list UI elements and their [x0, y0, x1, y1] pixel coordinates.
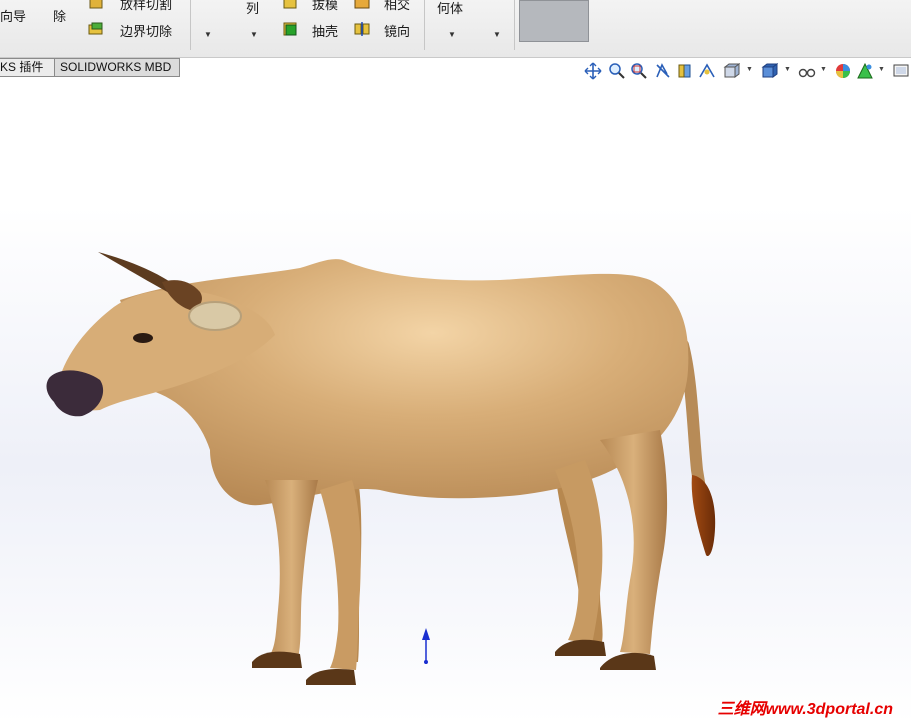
ribbon-separator — [190, 0, 191, 50]
boundary-cut-icon[interactable] — [88, 21, 104, 37]
chevron-down-icon[interactable]: ▼ — [448, 30, 456, 39]
front-left-leg-front — [320, 480, 361, 670]
tab-addins[interactable]: KS 插件 — [0, 58, 55, 77]
horn — [98, 252, 178, 298]
pattern-button[interactable]: 列 — [246, 0, 259, 17]
remove-button[interactable]: 除 — [53, 6, 66, 25]
zoom-area-icon[interactable] — [630, 62, 648, 80]
chevron-down-icon[interactable]: ▼ — [746, 66, 753, 73]
watermark: 三维网www.3dportal.cn — [717, 701, 893, 718]
dynamic-annotation-icon[interactable] — [698, 62, 716, 80]
loft-cut-icon[interactable] — [88, 0, 104, 10]
hoof — [306, 669, 356, 685]
hoof — [555, 639, 606, 656]
chevron-down-icon[interactable]: ▼ — [820, 66, 827, 73]
hoof — [600, 652, 656, 670]
intersect-button[interactable]: 相交 — [384, 0, 410, 13]
section-view-icon[interactable] — [676, 62, 694, 80]
triad-arrow-icon — [422, 628, 430, 640]
boundary-cut-button[interactable]: 边界切除 — [120, 21, 172, 40]
shell-button[interactable]: 抽壳 — [312, 21, 338, 40]
chevron-down-icon[interactable]: ▼ — [784, 66, 791, 73]
tail-tip — [691, 475, 716, 557]
triad-origin — [424, 660, 428, 664]
ribbon-separator — [424, 0, 425, 50]
cow-model[interactable] — [0, 78, 911, 723]
front-right-leg — [265, 480, 318, 658]
wizard-button[interactable]: 向导 — [0, 6, 26, 25]
chevron-down-icon[interactable]: ▼ — [250, 30, 258, 39]
view-orientation-icon[interactable] — [722, 62, 740, 80]
scene-icon[interactable] — [856, 62, 874, 80]
mirror-icon[interactable] — [354, 21, 370, 37]
ribbon-separator — [514, 0, 515, 50]
appearance-icon[interactable] — [834, 62, 852, 80]
preview-panel[interactable] — [519, 0, 589, 42]
zoom-fit-icon[interactable] — [608, 62, 626, 80]
hide-show-icon[interactable] — [798, 62, 816, 80]
loft-cut-button[interactable]: 放样切割 — [120, 0, 172, 13]
geometry-button[interactable]: 何体 — [437, 0, 463, 17]
draft-button[interactable]: 拔模 — [312, 0, 338, 13]
display-style-icon[interactable] — [760, 62, 778, 80]
eye — [133, 333, 153, 343]
chevron-down-icon[interactable]: ▼ — [493, 30, 501, 39]
previous-view-icon[interactable] — [654, 62, 672, 80]
draft-icon[interactable] — [282, 0, 298, 10]
hoof — [252, 651, 302, 668]
view-settings-icon[interactable] — [892, 62, 910, 80]
tab-solidworks-mbd[interactable]: SOLIDWORKS MBD — [54, 58, 180, 77]
shell-icon[interactable] — [282, 21, 298, 37]
mirror-button[interactable]: 镜向 — [384, 21, 410, 40]
command-ribbon: 向导 除 放样切割 边界切除 ▼ 列 ▼ 拔模 抽壳 相交 镜向 何体 ▼ ▼ — [0, 0, 911, 58]
chevron-down-icon[interactable]: ▼ — [204, 30, 212, 39]
graphics-area[interactable]: 三维网www.3dportal.cn — [0, 78, 911, 723]
ear — [188, 301, 242, 331]
rear-left-leg-front — [555, 460, 603, 644]
intersect-icon[interactable] — [354, 0, 370, 10]
move-icon[interactable] — [584, 62, 602, 80]
chevron-down-icon[interactable]: ▼ — [878, 66, 885, 73]
